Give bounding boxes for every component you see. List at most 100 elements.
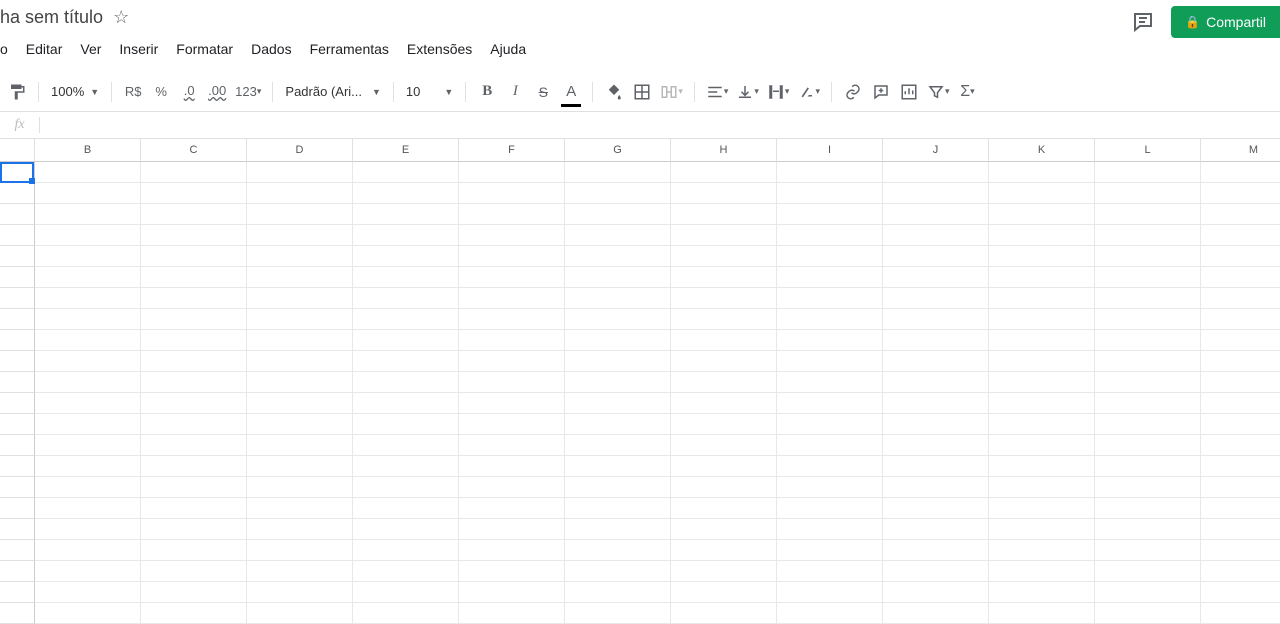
cell[interactable]	[1095, 603, 1201, 624]
cell[interactable]	[671, 603, 777, 624]
cell[interactable]	[1095, 288, 1201, 309]
cell[interactable]	[671, 225, 777, 246]
cell[interactable]	[459, 204, 565, 225]
cell[interactable]	[1201, 582, 1280, 603]
cell[interactable]	[141, 225, 247, 246]
row-header[interactable]	[0, 330, 35, 351]
cell[interactable]	[989, 246, 1095, 267]
row-header[interactable]	[0, 435, 35, 456]
cell[interactable]	[247, 519, 353, 540]
cell[interactable]	[1095, 414, 1201, 435]
cell[interactable]	[459, 183, 565, 204]
row-header[interactable]	[0, 414, 35, 435]
cell[interactable]	[777, 582, 883, 603]
cell[interactable]	[353, 519, 459, 540]
bold-button[interactable]: B	[474, 79, 500, 105]
cell[interactable]	[671, 351, 777, 372]
cell[interactable]	[353, 561, 459, 582]
row-header[interactable]	[0, 456, 35, 477]
cell[interactable]	[1095, 435, 1201, 456]
cell[interactable]	[777, 225, 883, 246]
cell[interactable]	[565, 309, 671, 330]
cell[interactable]	[565, 477, 671, 498]
row-header[interactable]	[0, 477, 35, 498]
cell[interactable]	[459, 561, 565, 582]
cell[interactable]	[247, 414, 353, 435]
font-size-select[interactable]: 10 ▼	[402, 84, 457, 99]
cell[interactable]	[459, 225, 565, 246]
menu-dados[interactable]: Dados	[243, 37, 299, 61]
cell[interactable]	[1095, 225, 1201, 246]
cell[interactable]	[35, 414, 141, 435]
cell[interactable]	[989, 540, 1095, 561]
cell[interactable]	[671, 561, 777, 582]
cell[interactable]	[35, 288, 141, 309]
column-header[interactable]: I	[777, 139, 883, 162]
cell[interactable]	[883, 582, 989, 603]
cell[interactable]	[141, 582, 247, 603]
column-header[interactable]: J	[883, 139, 989, 162]
cell[interactable]	[989, 603, 1095, 624]
row-header[interactable]	[0, 393, 35, 414]
cell[interactable]	[247, 582, 353, 603]
row-header[interactable]	[0, 603, 35, 624]
cell[interactable]	[459, 414, 565, 435]
insert-link-icon[interactable]	[840, 79, 866, 105]
cell[interactable]	[1201, 519, 1280, 540]
menu-editar[interactable]: Editar	[18, 37, 71, 61]
cell[interactable]	[141, 330, 247, 351]
cell[interactable]	[1095, 519, 1201, 540]
cell[interactable]	[565, 498, 671, 519]
cell[interactable]	[247, 330, 353, 351]
cell[interactable]	[353, 351, 459, 372]
cell[interactable]	[247, 456, 353, 477]
cell[interactable]	[671, 519, 777, 540]
insert-chart-icon[interactable]	[896, 79, 922, 105]
cell[interactable]	[459, 519, 565, 540]
cell[interactable]	[247, 288, 353, 309]
row-header[interactable]	[0, 309, 35, 330]
cell[interactable]	[35, 162, 141, 183]
cell[interactable]	[565, 330, 671, 351]
cell[interactable]	[459, 246, 565, 267]
cell[interactable]	[1095, 540, 1201, 561]
number-format-button[interactable]: 123▾	[232, 79, 264, 105]
cell[interactable]	[671, 477, 777, 498]
cell[interactable]	[1095, 162, 1201, 183]
cell[interactable]	[247, 603, 353, 624]
column-header[interactable]: F	[459, 139, 565, 162]
row-header[interactable]	[0, 498, 35, 519]
cell[interactable]	[1095, 204, 1201, 225]
cell[interactable]	[565, 582, 671, 603]
cell[interactable]	[35, 477, 141, 498]
cell[interactable]	[883, 414, 989, 435]
cell[interactable]	[671, 582, 777, 603]
cell[interactable]	[1201, 393, 1280, 414]
cell[interactable]	[777, 288, 883, 309]
cell[interactable]	[883, 183, 989, 204]
cell[interactable]	[671, 456, 777, 477]
cell[interactable]	[671, 372, 777, 393]
cell[interactable]	[671, 540, 777, 561]
comments-icon[interactable]	[1131, 10, 1155, 34]
cell[interactable]	[353, 372, 459, 393]
selection-handle[interactable]	[29, 178, 35, 184]
currency-button[interactable]: R$	[120, 79, 146, 105]
cell[interactable]	[247, 162, 353, 183]
cell[interactable]	[777, 561, 883, 582]
cell[interactable]	[777, 435, 883, 456]
cell[interactable]	[989, 477, 1095, 498]
cell[interactable]	[353, 582, 459, 603]
cell[interactable]	[35, 519, 141, 540]
cell[interactable]	[1095, 309, 1201, 330]
cell[interactable]	[1201, 267, 1280, 288]
cell[interactable]	[883, 267, 989, 288]
cell[interactable]	[459, 330, 565, 351]
cell[interactable]	[777, 204, 883, 225]
cell[interactable]	[247, 351, 353, 372]
selected-cell[interactable]	[0, 162, 34, 183]
column-header[interactable]: D	[247, 139, 353, 162]
row-header[interactable]	[0, 540, 35, 561]
decrease-decimal-button[interactable]: .0	[176, 78, 202, 104]
cell[interactable]	[141, 267, 247, 288]
